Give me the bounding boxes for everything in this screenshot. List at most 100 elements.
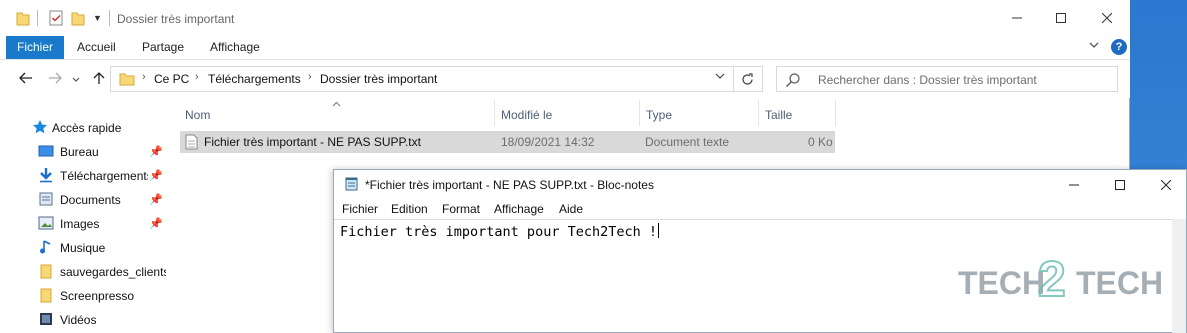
notepad-icon <box>344 176 359 191</box>
sidebar-item-screenpresso[interactable]: Screenpresso <box>0 284 168 308</box>
explorer-titlebar: ▼ Dossier très important <box>0 0 1130 36</box>
pin-icon: 📌 <box>149 146 163 158</box>
breadcrumb-ce-pc[interactable]: Ce PC <box>154 72 189 86</box>
column-divider[interactable] <box>494 100 495 126</box>
search-icon <box>785 72 801 88</box>
sidebar-item-images[interactable]: Images 📌 <box>0 212 168 236</box>
refresh-button[interactable] <box>733 66 763 92</box>
divider <box>109 10 110 26</box>
recent-locations-button[interactable] <box>72 75 80 85</box>
customize-toolbar-icon[interactable]: ▼ <box>93 13 102 23</box>
music-icon <box>38 239 54 255</box>
notepad-title: *Fichier très important - NE PAS SUPP.tx… <box>365 178 654 192</box>
sidebar-item-label: sauvegardes_clients <box>60 265 166 279</box>
properties-icon[interactable] <box>49 10 63 26</box>
address-bar[interactable]: › Ce PC › Téléchargements › Dossier très… <box>110 66 734 92</box>
tab-accueil[interactable]: Accueil <box>64 36 129 59</box>
logo-text-left: TECH <box>958 265 1045 298</box>
pin-icon: 📌 <box>149 218 163 230</box>
column-divider[interactable] <box>758 100 759 126</box>
download-icon <box>38 167 54 183</box>
sidebar-item-sauvegardes-clients[interactable]: sauvegardes_clients <box>0 260 168 284</box>
close-button[interactable] <box>1084 0 1130 36</box>
tech2tech-logo: TECH 2 TECH <box>958 250 1163 308</box>
sidebar-item-label: Documents <box>60 193 121 207</box>
sidebar-item-label: Musique <box>60 241 106 255</box>
tab-fichier[interactable]: Fichier <box>6 36 64 59</box>
videos-icon <box>38 311 54 327</box>
address-dropdown-icon[interactable] <box>715 72 725 83</box>
sidebar-item-label: Images <box>60 217 100 231</box>
search-placeholder[interactable]: Rechercher dans : Dossier très important <box>818 73 1037 87</box>
notepad-menubar: Fichier Edition Format Affichage Aide <box>334 199 1186 219</box>
star-icon <box>32 119 48 135</box>
sidebar-item-label: Téléchargements <box>60 169 148 183</box>
logo-text-right: TECH <box>1076 265 1163 298</box>
new-folder-icon[interactable] <box>71 10 85 26</box>
folder-icon <box>38 263 54 279</box>
column-header-type[interactable]: Type <box>646 108 672 122</box>
forward-button[interactable] <box>48 71 62 87</box>
sidebar-item-label: Screenpresso <box>60 289 135 303</box>
notepad-text[interactable]: Fichier très important pour Tech2Tech ! <box>340 223 659 240</box>
minimize-button[interactable] <box>994 0 1040 36</box>
images-icon <box>38 215 54 231</box>
sidebar-item-musique[interactable]: Musique <box>0 236 168 260</box>
minimize-button[interactable] <box>1051 170 1097 199</box>
logo-digit: 2 <box>1038 251 1066 298</box>
sidebar-item-acces-rapide[interactable]: Accès rapide <box>0 116 168 140</box>
text-caret <box>657 223 659 238</box>
tab-affichage[interactable]: Affichage <box>197 36 273 59</box>
maximize-button[interactable] <box>1038 0 1084 36</box>
divider <box>37 10 38 26</box>
column-header-size[interactable]: Taille <box>765 108 792 122</box>
sidebar-item-label: Vidéos <box>60 313 97 327</box>
column-header-name[interactable]: Nom <box>185 108 210 122</box>
text-file-icon <box>185 134 198 150</box>
table-row[interactable]: Fichier très important - NE PAS SUPP.txt… <box>180 131 835 153</box>
help-button[interactable]: ? <box>1111 39 1127 55</box>
chevron-right-icon[interactable]: › <box>142 71 146 83</box>
documents-icon <box>38 191 54 207</box>
folder-icon <box>38 287 54 303</box>
vertical-scrollbar[interactable] <box>1172 219 1186 333</box>
sidebar-item-telechargements[interactable]: Téléchargements 📌 <box>0 164 168 188</box>
column-divider[interactable] <box>639 100 640 126</box>
navigation-bar: › Ce PC › Téléchargements › Dossier très… <box>0 60 1130 98</box>
chevron-right-icon[interactable]: › <box>195 71 199 83</box>
window-title: Dossier très important <box>117 12 235 26</box>
folder-icon <box>119 71 135 87</box>
menu-edition[interactable]: Edition <box>391 202 428 216</box>
ribbon-tabs: Fichier Accueil Partage Affichage ? <box>0 36 1130 60</box>
file-name: Fichier très important - NE PAS SUPP.txt <box>204 135 421 149</box>
column-header-modified[interactable]: Modifié le <box>501 108 552 122</box>
file-modified: 18/09/2021 14:32 <box>501 135 595 149</box>
breadcrumb-telechargements[interactable]: Téléchargements <box>208 72 301 86</box>
sidebar-item-bureau[interactable]: Bureau 📌 <box>0 140 168 164</box>
tab-partage[interactable]: Partage <box>129 36 197 59</box>
sidebar-item-documents[interactable]: Documents 📌 <box>0 188 168 212</box>
menu-affichage[interactable]: Affichage <box>494 202 544 216</box>
navigation-pane: Accès rapide Bureau 📌 Téléchargements 📌 … <box>0 98 168 333</box>
notepad-content: Fichier très important pour Tech2Tech ! <box>340 224 657 240</box>
chevron-right-icon[interactable]: › <box>308 71 312 83</box>
maximize-button[interactable] <box>1097 170 1143 199</box>
folder-icon <box>16 10 30 26</box>
close-button[interactable] <box>1143 170 1187 199</box>
file-size: 0 Ko <box>808 135 833 149</box>
search-box[interactable]: Rechercher dans : Dossier très important <box>776 66 1118 92</box>
menu-aide[interactable]: Aide <box>559 202 583 216</box>
menu-fichier[interactable]: Fichier <box>342 202 378 216</box>
column-divider[interactable] <box>835 100 836 126</box>
sort-ascending-icon <box>332 99 341 109</box>
pin-icon: 📌 <box>149 170 163 182</box>
back-button[interactable] <box>19 71 33 87</box>
sidebar-item-videos[interactable]: Vidéos <box>0 308 168 332</box>
pin-icon: 📌 <box>149 194 163 206</box>
breadcrumb-dossier[interactable]: Dossier très important <box>320 72 437 86</box>
file-type: Document texte <box>645 135 730 149</box>
expand-ribbon-icon[interactable] <box>1088 39 1102 53</box>
up-button[interactable] <box>93 71 105 88</box>
menu-format[interactable]: Format <box>442 202 480 216</box>
notepad-titlebar: *Fichier très important - NE PAS SUPP.tx… <box>334 170 1186 199</box>
